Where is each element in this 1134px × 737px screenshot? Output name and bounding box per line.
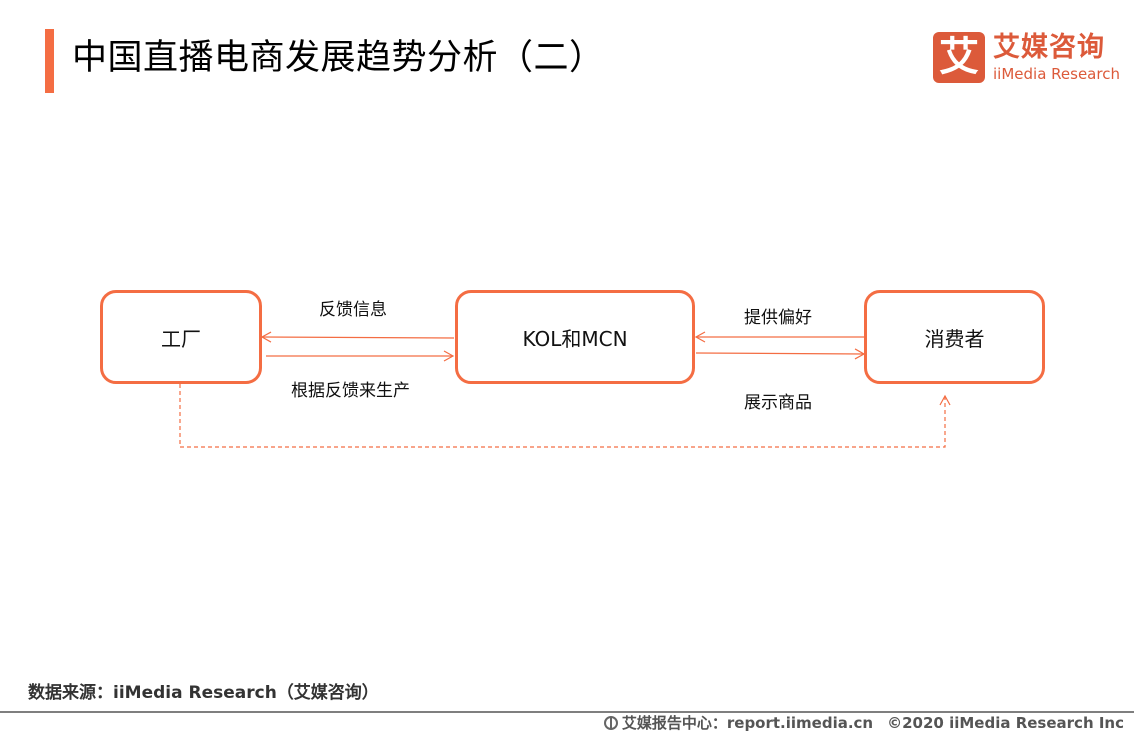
edge-label-show-products: 展示商品 <box>744 393 812 413</box>
node-consumer: 消费者 <box>864 290 1045 384</box>
edge-label-feedback-info: 反馈信息 <box>319 300 387 320</box>
data-source: 数据来源：iiMedia Research（艾媒咨询） <box>28 683 379 703</box>
globe-icon <box>603 716 618 730</box>
copyright: ©2020 iiMedia Research Inc <box>887 714 1124 732</box>
report-center-link[interactable]: 艾媒报告中心：report.iimedia.cn <box>622 714 873 732</box>
edge-label-produce-by-feedback: 根据反馈来生产 <box>291 381 410 401</box>
node-kol-mcn-label: KOL和MCN <box>522 326 628 351</box>
node-factory-label: 工厂 <box>161 326 201 351</box>
edge-label-provide-preference: 提供偏好 <box>744 308 812 328</box>
edge-show-products <box>695 348 866 360</box>
node-consumer-label: 消费者 <box>924 326 985 351</box>
edge-feedback-info <box>260 331 455 343</box>
node-factory: 工厂 <box>100 290 262 384</box>
node-kol-mcn: KOL和MCN <box>455 290 695 384</box>
footer: 艾媒报告中心：report.iimedia.cn ©2020 iiMedia Re… <box>603 713 1124 733</box>
